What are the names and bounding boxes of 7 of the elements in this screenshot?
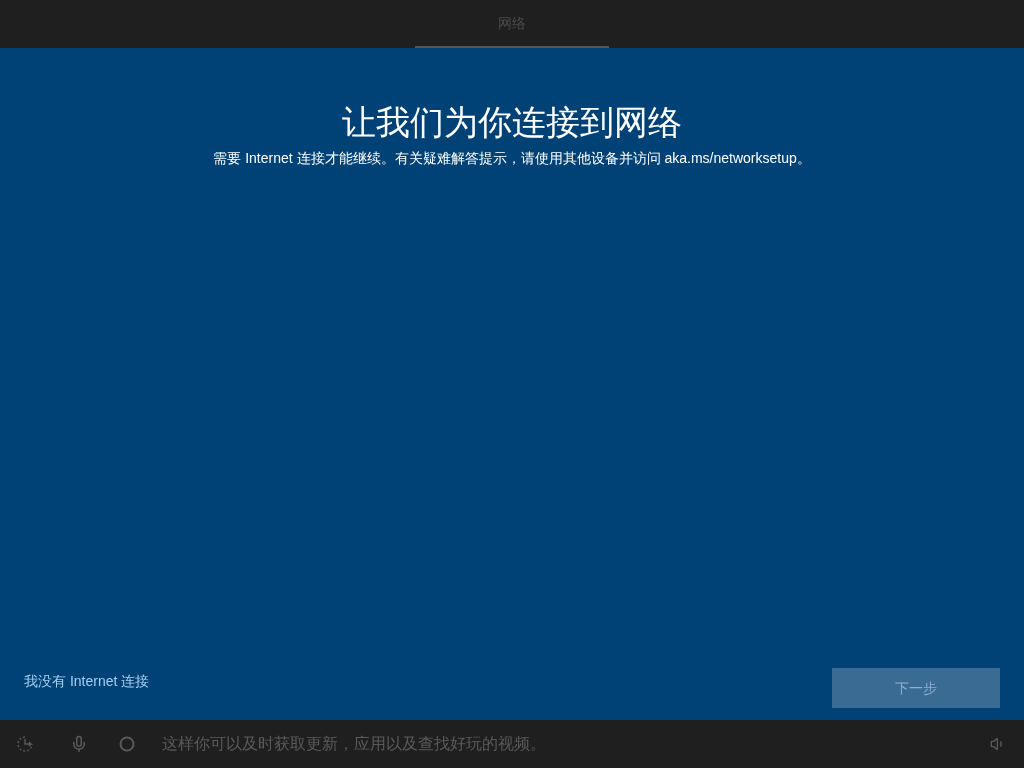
- ease-of-access-icon[interactable]: [16, 735, 34, 753]
- no-internet-link[interactable]: 我没有 Internet 连接: [24, 670, 150, 692]
- page-heading: 让我们为你连接到网络: [341, 102, 683, 143]
- status-caption: 这样你可以及时获取更新，应用以及查找好玩的视频。: [162, 734, 546, 754]
- circle-icon[interactable]: [119, 736, 135, 752]
- subtitle-text: 需要 Internet 连接才能继续。有关疑难解答提示，请使用其他设备并访问 aka.ms/networksetup。: [212, 149, 812, 168]
- microphone-icon[interactable]: [70, 735, 88, 753]
